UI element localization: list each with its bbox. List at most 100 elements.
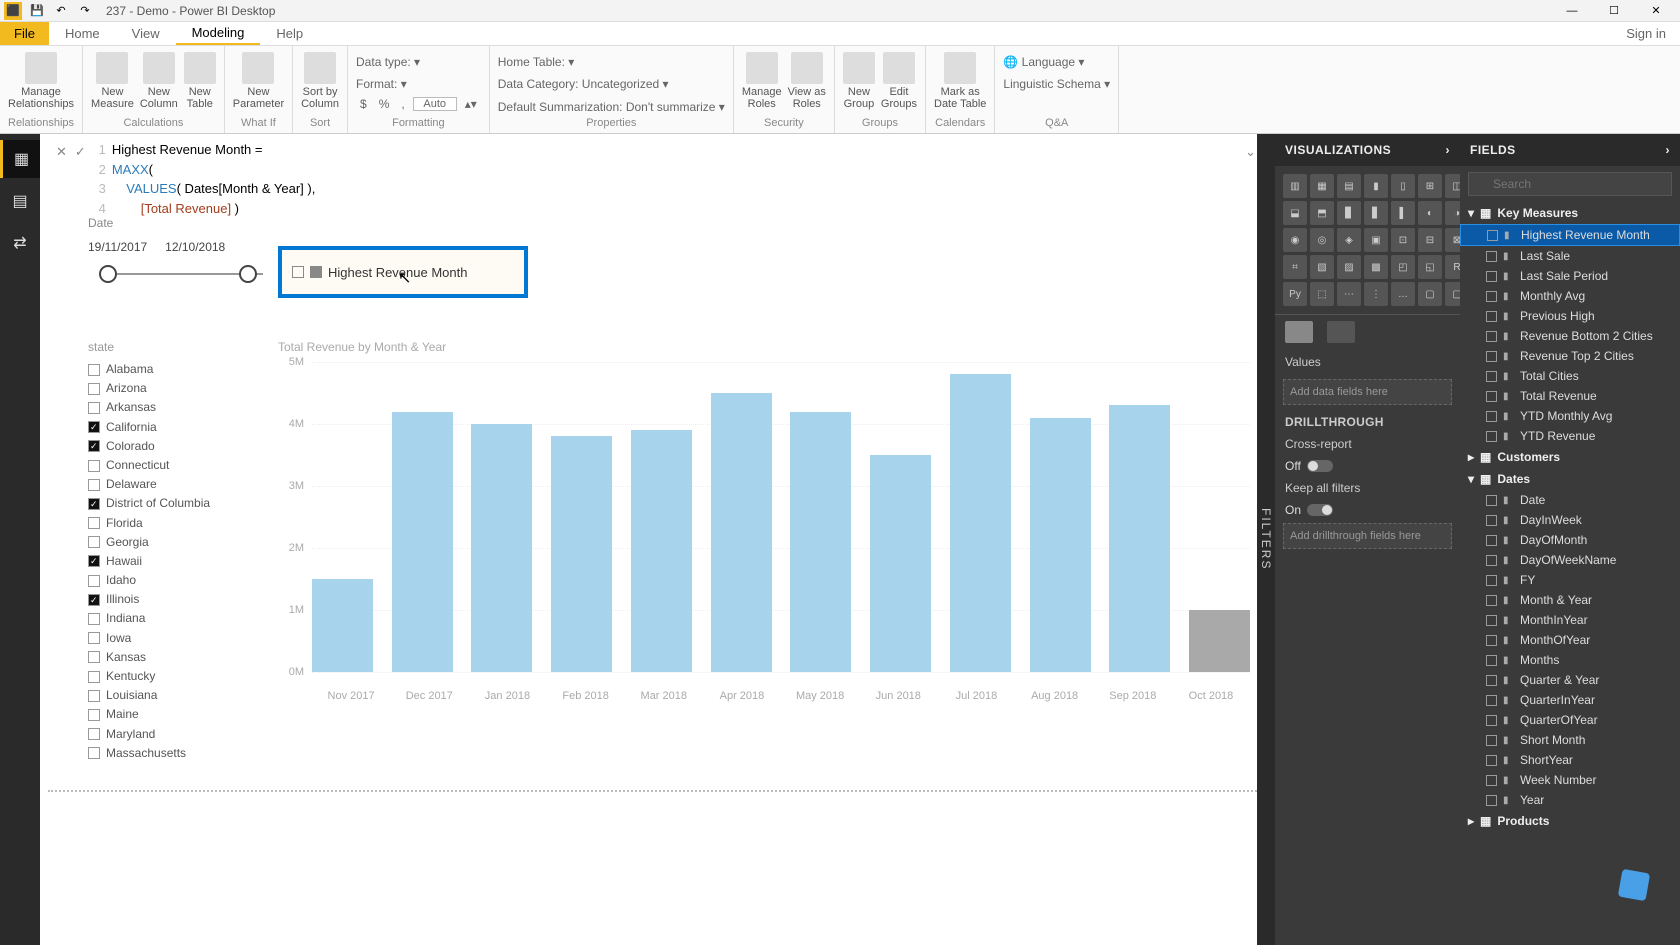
state-row[interactable]: Maryland — [88, 725, 258, 744]
viz-type-icon[interactable]: ▧ — [1310, 255, 1334, 279]
field-row[interactable]: ▮DayInWeek — [1460, 510, 1680, 530]
bar[interactable] — [631, 430, 692, 672]
currency-button[interactable]: $ — [356, 97, 371, 111]
date-end[interactable]: 12/10/2018 — [165, 240, 225, 254]
percent-button[interactable]: % — [375, 97, 394, 111]
viz-type-icon[interactable]: ◐ — [1418, 201, 1442, 225]
bar[interactable] — [950, 374, 1011, 672]
state-row[interactable]: Arkansas — [88, 398, 258, 417]
viz-type-icon[interactable]: ▩ — [1364, 255, 1388, 279]
cancel-formula-icon[interactable]: ✕ — [56, 144, 67, 160]
checkbox-icon[interactable] — [88, 536, 100, 548]
viz-type-icon[interactable]: ▥ — [1283, 174, 1307, 198]
bar[interactable] — [471, 424, 532, 672]
chevron-right-icon[interactable]: › — [1446, 143, 1451, 157]
commit-formula-icon[interactable]: ✓ — [75, 144, 86, 160]
field-checkbox[interactable] — [1486, 775, 1497, 786]
field-row[interactable]: ▮DayOfMonth — [1460, 530, 1680, 550]
model-view-button[interactable]: ⇄ — [0, 224, 40, 262]
help-bubble-icon[interactable] — [1618, 869, 1650, 901]
field-checkbox[interactable] — [1486, 795, 1497, 806]
viz-type-icon[interactable]: Py — [1283, 282, 1307, 306]
viz-type-icon[interactable]: ⬚ — [1310, 282, 1334, 306]
field-checkbox[interactable] — [1486, 331, 1497, 342]
decimal-auto[interactable]: Auto — [413, 97, 457, 111]
field-row[interactable]: ▮FY — [1460, 570, 1680, 590]
checkbox-icon[interactable] — [88, 575, 100, 587]
tab-help[interactable]: Help — [260, 22, 319, 45]
fields-well-tab[interactable] — [1285, 321, 1313, 343]
date-slider[interactable] — [108, 264, 248, 284]
field-checkbox[interactable] — [1486, 715, 1497, 726]
field-checkbox[interactable] — [1487, 230, 1498, 241]
field-checkbox[interactable] — [1486, 431, 1497, 442]
viz-type-icon[interactable]: ▯ — [1391, 174, 1415, 198]
viz-type-icon[interactable]: ⌗ — [1283, 255, 1307, 279]
field-table-header[interactable]: ▸▦Customers — [1460, 446, 1680, 468]
signin-link[interactable]: Sign in — [1612, 22, 1680, 45]
checkbox-icon[interactable] — [88, 671, 100, 683]
bar[interactable] — [1189, 610, 1250, 672]
viz-type-icon[interactable]: ▌ — [1391, 201, 1415, 225]
field-row[interactable]: ▮Previous High — [1460, 306, 1680, 326]
field-row[interactable]: ▮Quarter & Year — [1460, 670, 1680, 690]
viz-type-icon[interactable]: ▢ — [1418, 282, 1442, 306]
format-tab[interactable] — [1327, 321, 1355, 343]
bar[interactable] — [870, 455, 931, 672]
bar[interactable] — [312, 579, 373, 672]
checkbox-icon[interactable] — [88, 460, 100, 472]
bar[interactable] — [790, 412, 851, 672]
state-row[interactable]: Georgia — [88, 533, 258, 552]
mark-date-table-button[interactable]: Mark as Date Table — [934, 52, 986, 110]
viz-type-icon[interactable]: ◈ — [1337, 228, 1361, 252]
field-row[interactable]: ▮MonthInYear — [1460, 610, 1680, 630]
checkbox-icon[interactable] — [88, 632, 100, 644]
field-row[interactable]: ▮QuarterOfYear — [1460, 710, 1680, 730]
data-view-button[interactable]: ▤ — [0, 182, 40, 220]
chevron-right-icon[interactable]: › — [1666, 143, 1671, 157]
viz-type-icon[interactable]: … — [1391, 282, 1415, 306]
checkbox-icon[interactable] — [88, 517, 100, 529]
field-checkbox[interactable] — [1486, 695, 1497, 706]
field-checkbox[interactable] — [1486, 555, 1497, 566]
viz-type-icon[interactable]: ⊞ — [1418, 174, 1442, 198]
viz-type-icon[interactable]: ⋯ — [1337, 282, 1361, 306]
checkbox-icon[interactable] — [88, 690, 100, 702]
field-row[interactable]: ▮YTD Monthly Avg — [1460, 406, 1680, 426]
bar[interactable] — [1030, 418, 1091, 672]
field-row[interactable]: ▮QuarterInYear — [1460, 690, 1680, 710]
field-checkbox[interactable] — [1486, 391, 1497, 402]
field-row[interactable]: ▮Last Sale Period — [1460, 266, 1680, 286]
bar[interactable] — [551, 436, 612, 672]
field-row[interactable]: ▮Last Sale — [1460, 246, 1680, 266]
field-checkbox[interactable] — [1486, 735, 1497, 746]
viz-type-icon[interactable]: ⬒ — [1310, 201, 1334, 225]
field-row[interactable]: ▮Month & Year — [1460, 590, 1680, 610]
sort-by-column-button[interactable]: Sort by Column — [301, 52, 339, 110]
field-row[interactable]: ▮Total Revenue — [1460, 386, 1680, 406]
undo-icon[interactable]: ↶ — [52, 2, 70, 20]
field-row[interactable]: ▮Total Cities — [1460, 366, 1680, 386]
visualization-gallery[interactable]: ▥▦▤▮▯⊞◫⬓⬒▊▋▌◐◑◉◎◈▣⊡⊟⊠⌗▧▨▩◰◱RPy⬚⋯⋮…▢▢ — [1275, 166, 1460, 314]
field-row[interactable]: ▮Highest Revenue Month — [1460, 224, 1680, 246]
field-row[interactable]: ▮Week Number — [1460, 770, 1680, 790]
checkbox-icon[interactable] — [88, 613, 100, 625]
tab-home[interactable]: Home — [49, 22, 116, 45]
new-column-button[interactable]: New Column — [140, 52, 178, 110]
new-measure-button[interactable]: New Measure — [91, 52, 134, 110]
keep-filters-toggle[interactable] — [1307, 504, 1333, 516]
field-table-header[interactable]: ▾▦Dates — [1460, 468, 1680, 490]
checkbox-icon[interactable] — [88, 364, 100, 376]
tab-view[interactable]: View — [116, 22, 176, 45]
checkbox-icon[interactable] — [88, 498, 100, 510]
state-row[interactable]: Indiana — [88, 609, 258, 628]
field-checkbox[interactable] — [1486, 495, 1497, 506]
state-row[interactable]: Illinois — [88, 590, 258, 609]
viz-type-icon[interactable]: ⊟ — [1418, 228, 1442, 252]
field-checkbox[interactable] — [1486, 271, 1497, 282]
state-row[interactable]: Massachusetts — [88, 744, 258, 763]
bar[interactable] — [711, 393, 772, 672]
checkbox-icon[interactable] — [88, 402, 100, 414]
maximize-button[interactable]: ☐ — [1594, 1, 1634, 21]
checkbox-icon[interactable] — [88, 728, 100, 740]
